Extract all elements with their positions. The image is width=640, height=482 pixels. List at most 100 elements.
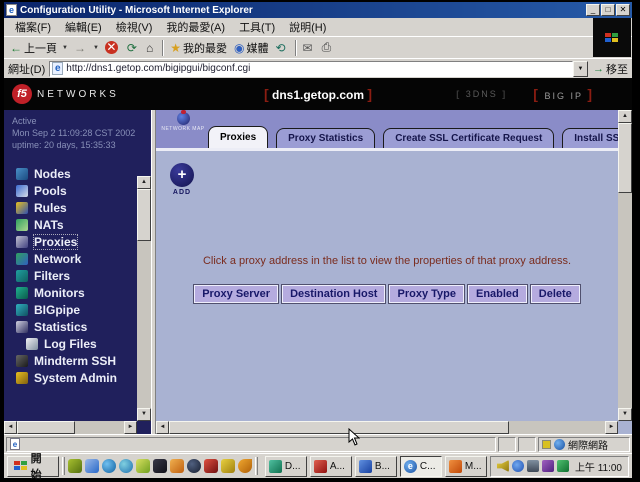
sidebar-item-log-files[interactable]: Log Files (4, 335, 151, 352)
sidebar-item-network[interactable]: Network (4, 250, 151, 267)
sidebar-item-system-admin[interactable]: System Admin (4, 369, 151, 386)
network-map-icon (177, 112, 190, 125)
link-3dns[interactable]: [ 3DNS ] (456, 89, 507, 99)
network-map-button[interactable]: NETWORK MAP (160, 112, 206, 132)
forward-icon: → (74, 41, 86, 55)
task-button-4-active[interactable]: eC... (400, 456, 442, 477)
quick-launch-icon-9[interactable] (204, 459, 218, 473)
sidebar-horizontal-scrollbar[interactable]: ◄ ► (4, 421, 137, 434)
task-button-1[interactable]: D... (265, 456, 307, 477)
column-header-destination-host[interactable]: Destination Host (282, 285, 385, 303)
quick-launch-icon-6[interactable] (153, 459, 167, 473)
scrollbar-thumb[interactable] (169, 421, 509, 434)
quick-launch-icon-10[interactable] (221, 459, 235, 473)
print-button[interactable]: ⎙ (319, 39, 337, 56)
link-bigip[interactable]: [ BIG IP ] (533, 86, 594, 102)
scrollbar-thumb[interactable] (17, 421, 75, 434)
system-tray: 上午 11:00 (490, 456, 629, 477)
quick-launch-icon-11[interactable] (238, 459, 252, 473)
menu-view[interactable]: 檢視(V) (109, 17, 160, 37)
sidebar-item-label: Network (34, 252, 81, 266)
quick-launch-icon-5[interactable] (136, 459, 150, 473)
back-dropdown-icon[interactable]: ▼ (62, 45, 68, 51)
stop-button[interactable]: ✕ (102, 40, 123, 55)
tray-icon-2[interactable] (512, 460, 524, 472)
close-button[interactable]: ✕ (616, 4, 630, 16)
maximize-button[interactable]: □ (601, 4, 615, 16)
scroll-left-icon[interactable]: ◄ (156, 421, 169, 434)
sidebar-item-proxies[interactable]: Proxies (4, 233, 151, 250)
scrollbar-thumb[interactable] (618, 123, 632, 193)
sidebar-item-nats[interactable]: NATs (4, 216, 151, 233)
forward-dropdown-icon[interactable]: ▼ (93, 45, 99, 51)
scroll-down-icon[interactable]: ▼ (137, 408, 151, 421)
sidebar-item-rules[interactable]: Rules (4, 199, 151, 216)
column-header-proxy-server[interactable]: Proxy Server (194, 285, 278, 303)
quick-launch-icon-7[interactable] (170, 459, 184, 473)
main-horizontal-scrollbar[interactable]: ◄ ► (156, 421, 618, 434)
quick-launch-icon-1[interactable] (68, 459, 82, 473)
minimize-button[interactable]: _ (586, 4, 600, 16)
forward-button[interactable]: → (71, 40, 91, 56)
zone-label: 網際網路 (568, 437, 608, 452)
tray-icon-5[interactable] (557, 460, 569, 472)
task-button-5[interactable]: M... (445, 456, 487, 477)
sidebar-vertical-scrollbar[interactable]: ▲ ▼ (137, 176, 151, 421)
main-vertical-scrollbar[interactable]: ▲ ▼ (618, 110, 632, 421)
column-header-delete[interactable]: Delete (531, 285, 580, 303)
display-icon[interactable] (527, 460, 539, 472)
sidebar-item-bigpipe[interactable]: BIGpipe (4, 301, 151, 318)
column-header-proxy-type[interactable]: Proxy Type (389, 285, 464, 303)
sidebar-item-filters[interactable]: Filters (4, 267, 151, 284)
taskbar-handle[interactable] (255, 457, 258, 475)
sidebar-item-label: BIGpipe (34, 303, 80, 317)
quick-launch-icon-4[interactable] (119, 459, 133, 473)
menu-help[interactable]: 說明(H) (282, 17, 333, 37)
media-button[interactable]: ◉ 媒體 (231, 39, 271, 57)
go-button[interactable]: → 移至 (593, 61, 628, 77)
menu-tools[interactable]: 工具(T) (232, 17, 282, 37)
home-button[interactable]: ⌂ (143, 40, 158, 56)
tab-proxy-statistics[interactable]: Proxy Statistics (276, 128, 375, 148)
quick-launch-icon-2[interactable] (85, 459, 99, 473)
scroll-up-icon[interactable]: ▲ (618, 110, 632, 123)
task-button-2[interactable]: A... (310, 456, 352, 477)
tray-icon-4[interactable] (542, 460, 554, 472)
app-icon (449, 460, 462, 473)
scroll-down-icon[interactable]: ▼ (618, 408, 632, 421)
history-button[interactable]: ⟲ (272, 40, 290, 56)
taskbar-handle[interactable] (62, 457, 65, 475)
address-input[interactable]: e http://dns1.getop.com/bigipgui/bigconf… (49, 61, 573, 77)
volume-icon[interactable] (497, 460, 509, 472)
sidebar-item-pools[interactable]: Pools (4, 182, 151, 199)
menu-file[interactable]: 檔案(F) (8, 17, 58, 37)
menu-favorites[interactable]: 我的最愛(A) (159, 17, 232, 37)
quick-launch-icon-3[interactable] (102, 459, 116, 473)
sidebar-item-mindterm-ssh[interactable]: Mindterm SSH (4, 352, 151, 369)
tab-create-ssl-certificate-request[interactable]: Create SSL Certificate Request (383, 128, 554, 148)
menu-edit[interactable]: 編輯(E) (58, 17, 109, 37)
scroll-right-icon[interactable]: ► (124, 421, 137, 434)
quick-launch-icon-8[interactable] (187, 459, 201, 473)
refresh-button[interactable]: ⟳ (124, 40, 142, 56)
tab-install-ssl-certificate[interactable]: Install SSL Certif (562, 128, 618, 148)
sidebar-item-label: Rules (34, 201, 67, 215)
tab-proxies[interactable]: Proxies (208, 126, 268, 148)
start-button[interactable]: 開始 (7, 456, 59, 477)
address-dropdown-button[interactable]: ▼ (573, 61, 588, 77)
column-header-enabled[interactable]: Enabled (468, 285, 527, 303)
taskbar: 開始 D... A... B... eC... M... (4, 453, 632, 478)
scrollbar-thumb[interactable] (137, 189, 151, 241)
scroll-left-icon[interactable]: ◄ (4, 421, 17, 434)
sidebar-item-monitors[interactable]: Monitors (4, 284, 151, 301)
scroll-right-icon[interactable]: ► (605, 421, 618, 434)
sidebar-item-nodes[interactable]: Nodes (4, 165, 151, 182)
scroll-up-icon[interactable]: ▲ (137, 176, 151, 189)
mail-button[interactable]: ✉ (300, 40, 318, 56)
task-button-3[interactable]: B... (355, 456, 397, 477)
sidebar-item-statistics[interactable]: Statistics (4, 318, 151, 335)
back-button[interactable]: ← 上一頁 (7, 39, 60, 57)
add-button[interactable]: + (170, 163, 194, 187)
favorites-button[interactable]: ★ 我的最愛 (167, 39, 230, 57)
main-content: + ADD Click a proxy address in the list … (156, 151, 618, 421)
